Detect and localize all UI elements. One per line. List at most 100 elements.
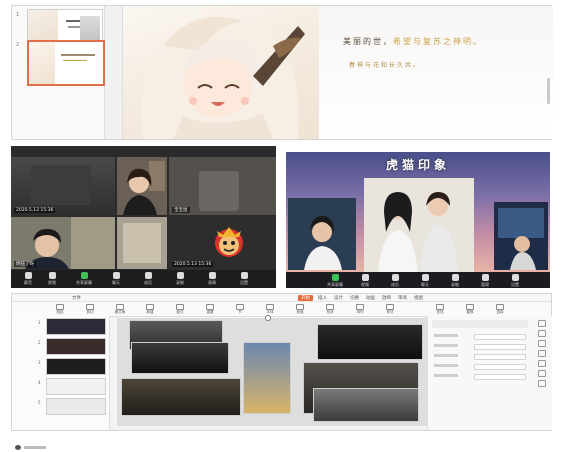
tab-animation[interactable]: 动画 (366, 295, 375, 301)
room-background (199, 171, 239, 211)
slide-thumbnail[interactable] (46, 398, 106, 415)
property-row[interactable] (434, 364, 530, 370)
side-tool-icon[interactable] (538, 350, 546, 357)
manage-icon (481, 274, 489, 281)
property-row[interactable] (434, 354, 530, 360)
members-icon (391, 274, 399, 281)
slide-thumbnail[interactable] (46, 358, 106, 375)
select-button[interactable]: 选择 (492, 304, 508, 314)
tab-slideshow[interactable]: 放映 (382, 295, 391, 301)
style-button[interactable]: 样式 (382, 304, 398, 314)
manage-button[interactable]: 管理 (474, 274, 496, 288)
slide-text-area: 美丽的世，希望与复苏之神明。 春神与花和长久共。 (319, 6, 553, 139)
slide-thumbnail[interactable] (46, 318, 106, 335)
movie-still[interactable] (121, 378, 241, 416)
slide-canvas[interactable] (117, 315, 427, 426)
settings-button[interactable]: 设置 (233, 272, 255, 286)
tab-insert[interactable]: 插入 (318, 295, 327, 301)
record-button[interactable]: 录制 (169, 272, 191, 286)
participant-tile[interactable]: 2020.5.13 15:36 (169, 217, 276, 269)
reset-button[interactable]: 重置 (202, 304, 218, 314)
participant-tile[interactable]: 明钰了呀 (11, 217, 115, 269)
mute-button[interactable]: 静音 (17, 272, 39, 286)
presentation-slide: 虎猫印象 (286, 152, 550, 272)
members-button[interactable]: 成员 (384, 274, 406, 288)
paste-button[interactable]: 粘贴 (52, 304, 68, 314)
slide-quote: 美丽的世，希望与复苏之神明。 (343, 36, 483, 47)
side-tool-icon[interactable] (538, 380, 546, 387)
anime-girl-image (141, 16, 305, 139)
toolbar-label: 设置 (511, 282, 519, 287)
side-tool-icon[interactable] (538, 320, 546, 327)
slide-thumbnail-selected[interactable] (27, 40, 105, 86)
property-row[interactable] (434, 344, 530, 350)
slide-number: 4 (38, 380, 41, 385)
share-screen-button[interactable]: 共享屏幕 (73, 272, 95, 286)
slide-thumbnail[interactable] (46, 338, 106, 355)
movie-still[interactable] (317, 324, 423, 360)
property-row[interactable] (434, 374, 530, 380)
slide-thumbnail[interactable] (46, 378, 106, 395)
paragraph-button[interactable]: 段落 (292, 304, 308, 314)
slide-number: 5 (38, 400, 41, 405)
rotate-handle[interactable] (265, 315, 271, 321)
record-button[interactable]: 录制 (444, 274, 466, 288)
tab-home[interactable]: 开始 (298, 295, 313, 301)
slide-thumbnail-pane: 1 2 (12, 6, 105, 139)
ribbon-label: 排列 (356, 310, 364, 314)
ribbon-label: 替换 (466, 310, 474, 314)
ribbon-label: 版式 (176, 310, 184, 314)
side-tool-icon[interactable] (538, 370, 546, 377)
tab-transition[interactable]: 切换 (350, 295, 359, 301)
participant-tile[interactable]: 2020.5.13 15:36 (11, 157, 115, 215)
vertical-scrollbar[interactable] (547, 78, 550, 104)
new-slide-button[interactable]: 新建 (142, 304, 158, 314)
tab-review[interactable]: 审阅 (398, 295, 407, 301)
quote-part-1: 美丽的世， (343, 37, 393, 46)
movie-still[interactable] (313, 388, 419, 422)
toolbar-label: 设置 (240, 280, 248, 285)
participant-name: 宝宝鼠 (172, 207, 190, 213)
slide-number: 2 (38, 340, 41, 345)
side-tool-icon[interactable] (538, 330, 546, 337)
settings-button[interactable]: 设置 (504, 274, 526, 288)
section-button[interactable]: 节 (232, 304, 248, 314)
arrange-button[interactable]: 排列 (352, 304, 368, 314)
tab-file[interactable]: 文件 (72, 295, 81, 301)
photo-collage (288, 178, 548, 272)
layout-button[interactable]: 版式 (172, 304, 188, 314)
participant-name: 明钰了呀 (14, 261, 36, 267)
video-button[interactable]: 视频 (354, 274, 376, 288)
font-button[interactable]: 字体 (262, 304, 278, 314)
format-painter-button[interactable]: 格式刷 (112, 304, 128, 314)
video-button[interactable]: 视频 (41, 272, 63, 286)
video-meeting-panel: 2020.5.13 15:36 宝宝鼠 明钰了呀 2020.5.13 15:36… (11, 146, 276, 288)
toolbar-label: 共享屏幕 (76, 280, 92, 285)
participant-tile[interactable]: 宝宝鼠 (169, 157, 276, 215)
shape-button[interactable]: 形状 (322, 304, 338, 314)
members-button[interactable]: 成员 (137, 272, 159, 286)
participant-tile[interactable] (117, 217, 167, 269)
participant-tile[interactable] (117, 157, 167, 215)
ribbon-tabs: 文件 开始 插入 设计 切换 动画 放映 审阅 视图 (12, 294, 551, 302)
slide-canvas[interactable]: 美丽的世，希望与复苏之神明。 春神与花和长久共。 (122, 6, 553, 139)
chat-button[interactable]: 聊天 (105, 272, 127, 286)
tab-design[interactable]: 设计 (334, 295, 343, 301)
cut-button[interactable]: 剪切 (82, 304, 98, 314)
property-row[interactable] (434, 334, 530, 340)
toolbar-label: 聊天 (421, 282, 429, 287)
movie-still[interactable] (131, 342, 229, 374)
side-tool-icon[interactable] (538, 360, 546, 367)
side-tool-icon[interactable] (538, 340, 546, 347)
replace-button[interactable]: 替换 (462, 304, 478, 314)
chat-button[interactable]: 聊天 (414, 274, 436, 288)
slide-thumbnail-pane: 1 2 3 4 5 (12, 316, 110, 450)
properties-tabs[interactable] (432, 320, 528, 328)
emoji-button[interactable]: 表情 (201, 272, 223, 286)
share-screen-button[interactable]: 共享屏幕 (324, 274, 346, 288)
slide-subtitle: 春神与花和长久共。 (349, 62, 422, 69)
camera-icon (48, 272, 56, 279)
movie-still[interactable] (243, 342, 291, 414)
find-button[interactable]: 查找 (432, 304, 448, 314)
tab-view[interactable]: 视图 (414, 295, 423, 301)
